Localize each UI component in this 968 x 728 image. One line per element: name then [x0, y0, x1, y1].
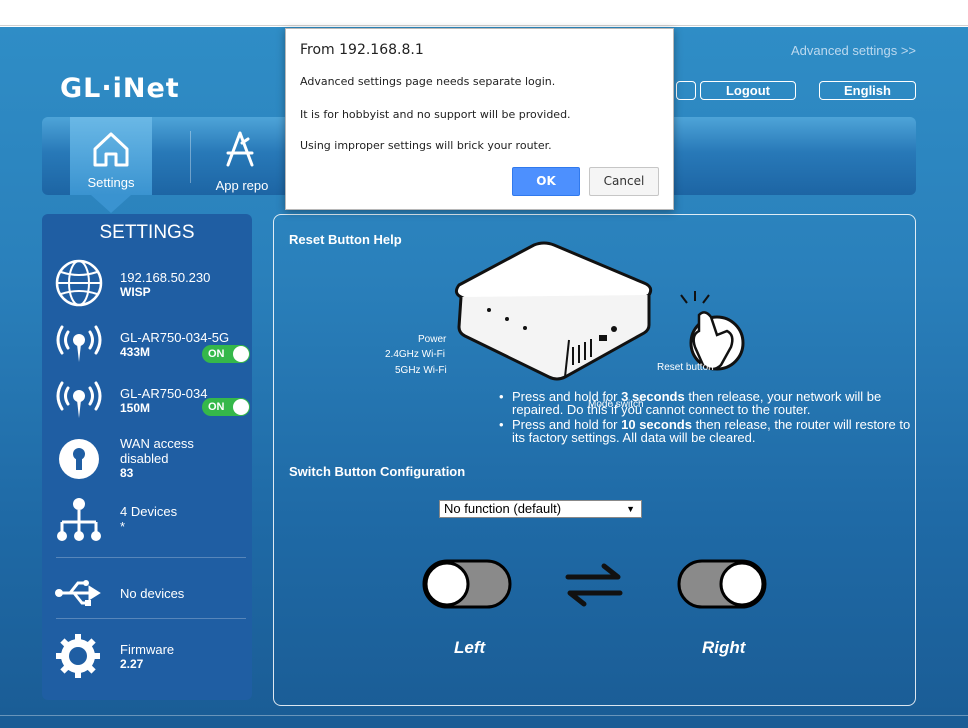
app-store-icon [226, 131, 254, 167]
sidebar-title: SETTINGS [99, 222, 195, 243]
dialog-line-2: It is for hobbyist and no support will b… [300, 108, 571, 121]
browser-top-bar [0, 0, 968, 26]
nav-item-app-repo[interactable]: App repo [202, 117, 282, 195]
dialog-line-1: Advanced settings page needs separate lo… [300, 75, 556, 88]
switch-function-select[interactable]: No function (default) ▼ [439, 500, 642, 518]
nav-item-settings[interactable]: Settings [70, 117, 152, 213]
sidebar-usb-text: No devices [120, 586, 185, 601]
reset-instructions: Press and hold for 3 seconds then releas… [494, 390, 914, 446]
dialog-title: From 192.168.8.1 [300, 42, 424, 58]
dropdown-arrow-icon: ▼ [626, 504, 635, 514]
sidebar-wan-name2: disabled [120, 451, 169, 466]
switch-select-value: No function (default) [444, 501, 562, 516]
sidebar-wifi-5g-name: GL-AR750-034-5G [120, 330, 230, 345]
network-icon [57, 498, 101, 541]
usb-icon [55, 580, 101, 606]
main-panel: Reset Button Help Power 2.4GHz Wi-Fi 5GH… [273, 214, 916, 706]
sidebar-item-internet[interactable]: 192.168.50.230 WISP [42, 256, 252, 312]
sidebar-firmware-version: 2.27 [120, 657, 144, 671]
sidebar-internet-name: 192.168.50.230 [120, 270, 211, 285]
sidebar-wifi-24g-sub: 150M [120, 401, 151, 415]
lock-icon [59, 439, 99, 479]
sidebar-wifi-24g-text: GL-AR750-034 150M [120, 386, 207, 416]
sidebar-divider [56, 557, 246, 558]
sidebar-internet-text: 192.168.50.230 WISP [120, 270, 210, 300]
home-icon [93, 132, 129, 167]
globe-icon [55, 259, 103, 307]
status-sidebar: SETTINGS 192.168.50.230 WISP GL-AR750-03… [42, 214, 252, 700]
ok-button[interactable]: OK [512, 167, 580, 196]
sidebar-wan-text: WAN access disabled 83 [120, 436, 194, 481]
reset-instruction-3s: Press and hold for 3 seconds then releas… [494, 390, 914, 416]
switch-right-label: Right [702, 638, 746, 657]
wifi-24g-toggle[interactable]: ON [202, 398, 250, 416]
js-confirm-dialog: From 192.168.8.1 Advanced settings page … [285, 28, 674, 210]
language-button[interactable]: English [819, 81, 916, 100]
sidebar-wan-sub: 83 [120, 466, 134, 480]
reset-help-heading: Reset Button Help [289, 232, 402, 247]
gear-icon [56, 634, 100, 678]
label-reset-button: Reset button [657, 362, 714, 373]
sidebar-item-firmware[interactable]: Firmware 2.27 [42, 628, 252, 688]
logout-button[interactable]: Logout [700, 81, 796, 100]
advanced-settings-link[interactable]: Advanced settings >> [791, 43, 916, 58]
sidebar-firmware-name: Firmware [120, 642, 175, 657]
sidebar-item-wan-access[interactable]: WAN access disabled 83 [42, 430, 252, 490]
sidebar-firmware-text: Firmware 2.27 [120, 642, 174, 672]
sidebar-wan-name: WAN access [120, 436, 194, 451]
sidebar-clients-text: 4 Devices * [120, 504, 177, 534]
switch-right-icon[interactable] [677, 559, 767, 609]
wifi-5g-toggle[interactable]: ON [202, 345, 250, 363]
switch-config-heading: Switch Button Configuration [289, 464, 466, 479]
nav-app-repo-label: App repo [215, 178, 269, 193]
sidebar-item-clients[interactable]: 4 Devices * [42, 494, 252, 552]
nav-separator [190, 131, 191, 183]
sidebar-clients-name: 4 Devices [120, 504, 178, 519]
gl-inet-logo: GL·iNet [60, 73, 180, 104]
label-wifi-5: 5GHz Wi-Fi [395, 365, 447, 376]
switch-left-icon[interactable] [422, 559, 512, 609]
hidden-header-button[interactable] [676, 81, 696, 100]
label-power: Power [418, 334, 447, 345]
reset-instruction-10s: Press and hold for 10 seconds then relea… [494, 418, 914, 444]
sidebar-item-wifi-24g[interactable]: GL-AR750-034 150M ON [42, 374, 252, 424]
sidebar-internet-sub: WISP [120, 285, 151, 299]
label-wifi-24: 2.4GHz Wi-Fi [385, 349, 445, 360]
wifi-antenna-icon [56, 325, 102, 362]
swap-arrows-icon [565, 563, 623, 607]
sidebar-wifi-24g-name: GL-AR750-034 [120, 386, 208, 401]
sidebar-item-wifi-5g[interactable]: GL-AR750-034-5G 433M ON [42, 318, 252, 368]
wifi-antenna-icon [56, 381, 102, 418]
sidebar-item-usb[interactable]: No devices [42, 569, 252, 617]
cancel-button[interactable]: Cancel [589, 167, 659, 196]
nav-settings-label: Settings [87, 175, 135, 190]
switch-left-label: Left [454, 638, 486, 657]
sidebar-clients-sub: * [120, 519, 126, 534]
sidebar-divider [56, 618, 246, 619]
dialog-line-3: Using improper settings will brick your … [300, 139, 552, 152]
